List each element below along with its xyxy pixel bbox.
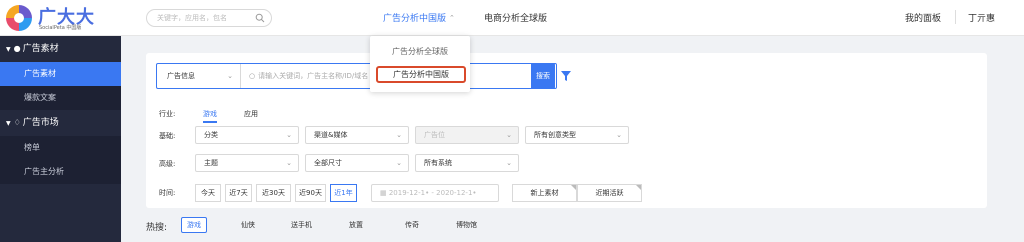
chevron-down-icon: ⌄: [506, 131, 512, 139]
search-type-select[interactable]: 广告信息 ⌄: [157, 64, 241, 88]
dropdown-item-global[interactable]: 广告分析全球版: [370, 46, 470, 57]
sidebar-item-advertiser-analysis[interactable]: 广告主分析: [0, 160, 121, 184]
theme-select[interactable]: 主题 ⌄: [195, 154, 299, 172]
basic-label: 基础:: [159, 132, 176, 140]
date-range-picker[interactable]: ▦ 2019-12-1• - 2020-12-1•: [371, 184, 499, 202]
logo-mark-icon: [6, 5, 32, 31]
date-range-value: 2019-12-1• - 2020-12-1•: [388, 189, 477, 197]
hot-tag-idle[interactable]: 放置: [349, 220, 363, 230]
recently-active-button[interactable]: 近期活跃: [577, 184, 642, 202]
category-select[interactable]: 分类 ⌄: [195, 126, 299, 144]
size-select[interactable]: 全部尺寸 ⌄: [305, 154, 409, 172]
category-select-value: 分类: [204, 131, 218, 139]
creative-type-select[interactable]: 所有创意类型 ⌄: [525, 126, 629, 144]
time-90d[interactable]: 近90天: [295, 184, 326, 202]
hot-tag-legend[interactable]: 传奇: [405, 220, 419, 230]
chevron-down-icon: ⌄: [616, 131, 622, 139]
caret-down-icon: ▼: [6, 120, 11, 127]
main-search-box: 广告信息 ⌄ ○ 请输入关键词，广告主名称/ID/域名: [156, 63, 557, 89]
search-icon[interactable]: [255, 13, 265, 23]
sidebar-group-label: 广告市场: [22, 118, 59, 128]
time-label: 时间:: [159, 189, 176, 197]
advanced-label: 高级:: [159, 160, 176, 168]
channel-select-value: 渠道&媒体: [314, 131, 348, 139]
search-button[interactable]: 搜索: [531, 63, 555, 89]
sidebar-group-label: 广告素材: [22, 44, 59, 54]
version-dropdown: 广告分析全球版 广告分析中国版: [370, 36, 470, 92]
hot-tag-xianxia[interactable]: 仙侠: [241, 220, 255, 230]
my-panel-link[interactable]: 我的面板: [905, 11, 941, 24]
hot-tag-museum[interactable]: 博物馆: [456, 220, 477, 230]
time-30d[interactable]: 近30天: [256, 184, 291, 202]
filter-icon[interactable]: [560, 70, 572, 82]
nav-global-label: 电商分析全球版: [484, 14, 548, 24]
chevron-down-icon: ⌄: [286, 159, 292, 167]
channel-media-select[interactable]: 渠道&媒体 ⌄: [305, 126, 409, 144]
industry-label: 行业:: [159, 110, 176, 118]
main-search-input[interactable]: ○ 请输入关键词，广告主名称/ID/域名: [249, 64, 389, 88]
ad-placement-select[interactable]: 广告位 ⌄: [415, 126, 519, 144]
logo[interactable]: 广大大 SocialPeta 中国版: [6, 4, 116, 32]
nav-cn-label: 广告分析中国版: [383, 14, 447, 24]
nav-ad-analysis-cn[interactable]: 广告分析中国版 ⌃: [383, 11, 455, 24]
user-menu[interactable]: 丁亓惠: [968, 11, 995, 24]
sidebar-group-ad-market[interactable]: ▼ ♢ 广告市场: [0, 110, 121, 136]
creative-type-value: 所有创意类型: [534, 131, 576, 139]
sidebar-item-hot-copy[interactable]: 爆款文案: [0, 86, 121, 110]
search-type-value: 广告信息: [167, 72, 195, 80]
search-icon: ○: [249, 72, 256, 80]
chevron-down-icon: ⌄: [286, 131, 292, 139]
theme-select-value: 主题: [204, 159, 218, 167]
system-select[interactable]: 所有系统 ⌄: [415, 154, 519, 172]
sidebar: ▼ ● 广告素材 广告素材 爆款文案 ▼ ♢ 广告市场 榜单 广告主分析: [0, 36, 121, 242]
sidebar-item-ad-creative[interactable]: 广告素材: [0, 62, 121, 86]
chevron-down-icon: ⌄: [506, 159, 512, 167]
industry-tab-app[interactable]: 应用: [244, 109, 258, 119]
trophy-icon: ♢: [13, 118, 21, 127]
hot-search-label: 热搜:: [146, 223, 168, 233]
industry-tab-game[interactable]: 游戏: [203, 109, 217, 123]
top-header: 广大大 SocialPeta 中国版 关键字，应用名，包名 广告分析中国版 ⌃ 电…: [0, 0, 1024, 36]
bulb-icon: ●: [13, 44, 21, 53]
logo-subtitle: SocialPeta 中国版: [39, 25, 82, 31]
placement-select-value: 广告位: [424, 131, 445, 139]
chevron-down-icon: ⌄: [396, 159, 402, 167]
header-divider: [955, 10, 956, 24]
main-search-placeholder: 请输入关键词，广告主名称/ID/域名: [258, 72, 369, 80]
caret-down-icon: ▼: [6, 46, 11, 53]
calendar-icon: ▦: [380, 189, 389, 197]
time-7d[interactable]: 近7天: [225, 184, 252, 202]
filter-card: 广告信息 ⌄ ○ 请输入关键词，广告主名称/ID/域名 搜索 行业: 游戏 应用 …: [146, 53, 987, 208]
sidebar-item-ranking[interactable]: 榜单: [0, 136, 121, 160]
sidebar-group-ad-creative[interactable]: ▼ ● 广告素材: [0, 36, 121, 62]
chevron-down-icon: ⌄: [396, 131, 402, 139]
global-search-input[interactable]: 关键字，应用名，包名: [146, 9, 272, 27]
hot-tag-game[interactable]: 游戏: [181, 217, 207, 233]
search-placeholder: 关键字，应用名，包名: [157, 14, 227, 22]
dropdown-item-cn[interactable]: 广告分析中国版: [376, 66, 466, 83]
nav-ecommerce-global[interactable]: 电商分析全球版: [484, 11, 547, 24]
size-select-value: 全部尺寸: [314, 159, 342, 167]
system-select-value: 所有系统: [424, 159, 452, 167]
time-today[interactable]: 今天: [195, 184, 221, 202]
new-creatives-button[interactable]: 新上素材: [512, 184, 577, 202]
hot-tag-phone[interactable]: 送手机: [291, 220, 312, 230]
chevron-up-icon: ⌃: [449, 14, 455, 22]
time-1y[interactable]: 近1年: [330, 184, 357, 202]
chevron-down-icon: ⌄: [227, 72, 233, 80]
